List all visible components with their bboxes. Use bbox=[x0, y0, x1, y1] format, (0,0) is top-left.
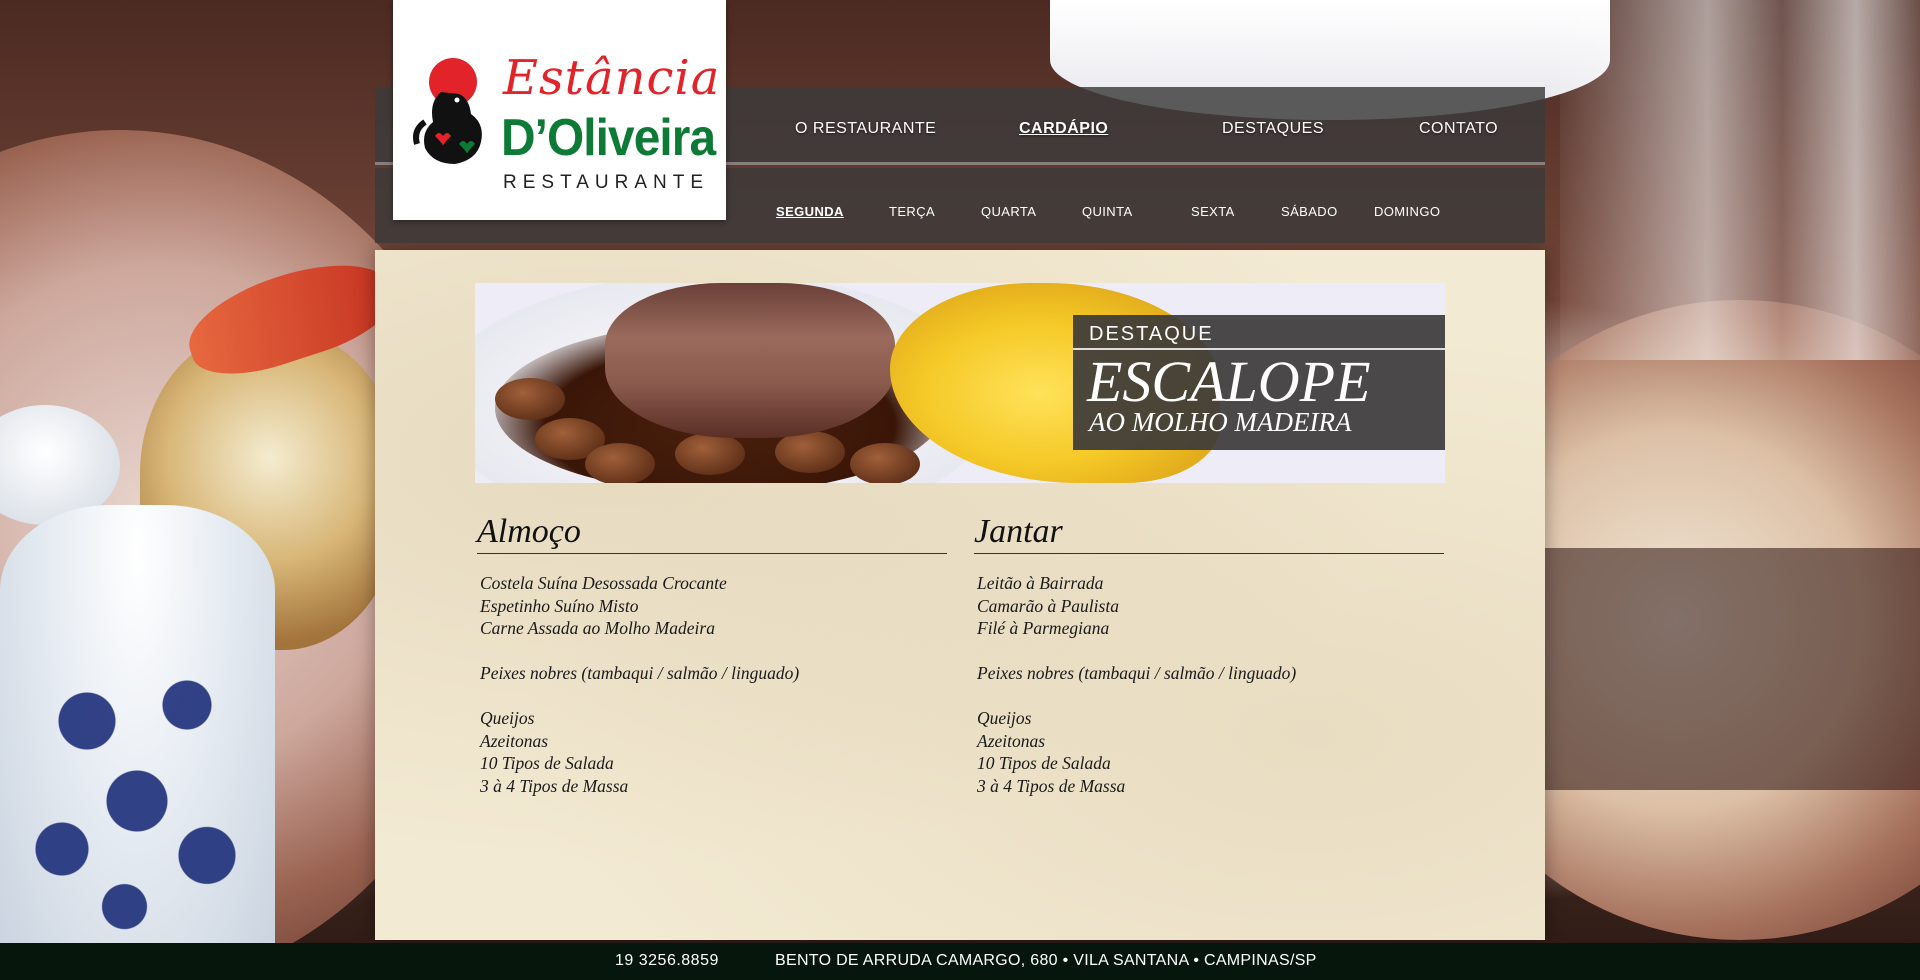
tab-sexta[interactable]: SEXTA bbox=[1191, 204, 1235, 219]
list-item: 3 à 4 Tipos de Massa bbox=[480, 775, 629, 796]
lunch-title: Almoço bbox=[477, 513, 947, 554]
list-item: Queijos bbox=[977, 708, 1032, 728]
banner-steak-image bbox=[605, 283, 895, 438]
list-item: Queijos bbox=[480, 708, 535, 728]
highlight-title: ESCALOPE bbox=[1087, 349, 1371, 414]
dinner-list: Leitão à Bairrada Camarão à Paulista Fil… bbox=[977, 572, 1444, 797]
list-item bbox=[977, 685, 1444, 708]
brand-name-line3: RESTAURANTE bbox=[503, 172, 710, 193]
list-item: Peixes nobres (tambaqui / salmão / lingu… bbox=[977, 663, 1297, 683]
logo[interactable]: Estância D’Oliveira RESTAURANTE bbox=[393, 0, 726, 220]
tab-sabado[interactable]: SÁBADO bbox=[1281, 204, 1338, 219]
list-item bbox=[480, 685, 947, 708]
nav-item-contato[interactable]: CONTATO bbox=[1419, 120, 1498, 138]
list-item: Azeitonas bbox=[977, 730, 1046, 751]
list-item: Filé à Parmegiana bbox=[977, 618, 1110, 638]
menu-content: DESTAQUE ESCALOPE AO MOLHO MADEIRA Almoç… bbox=[375, 250, 1545, 940]
glass-image bbox=[1560, 0, 1920, 360]
list-item bbox=[480, 640, 947, 663]
dinner-menu: Jantar Leitão à Bairrada Camarão à Pauli… bbox=[974, 513, 1444, 797]
footer-address: BENTO DE ARRUDA CAMARGO, 680 • VILA SANT… bbox=[775, 952, 1317, 969]
highlight-banner[interactable]: DESTAQUE ESCALOPE AO MOLHO MADEIRA bbox=[475, 283, 1445, 483]
list-item: Leitão à Bairrada bbox=[977, 573, 1104, 593]
mushroom-image bbox=[585, 443, 655, 483]
highlight-badge: DESTAQUE ESCALOPE AO MOLHO MADEIRA bbox=[1073, 315, 1445, 450]
rooster-logo-icon bbox=[413, 58, 482, 164]
mushroom-image bbox=[675, 433, 745, 475]
tab-segunda[interactable]: SEGUNDA bbox=[776, 204, 844, 219]
lunch-list: Costela Suína Desossada Crocante Espetin… bbox=[480, 572, 947, 797]
nav-item-destaques[interactable]: DESTAQUES bbox=[1222, 120, 1324, 138]
tab-domingo[interactable]: DOMINGO bbox=[1374, 204, 1440, 219]
highlight-subtitle: AO MOLHO MADEIRA bbox=[1089, 407, 1352, 437]
footer: 19 3256.8859 BENTO DE ARRUDA CAMARGO, 68… bbox=[0, 943, 1920, 980]
footer-phone[interactable]: 19 3256.8859 bbox=[615, 952, 719, 970]
tab-terca[interactable]: TERÇA bbox=[889, 204, 935, 219]
list-item: 3 à 4 Tipos de Massa bbox=[977, 775, 1126, 796]
list-item: Camarão à Paulista bbox=[977, 595, 1119, 616]
list-item: Costela Suína Desossada Crocante bbox=[480, 573, 727, 593]
list-item bbox=[977, 640, 1444, 663]
salt-shaker-image bbox=[0, 505, 275, 980]
highlight-label: DESTAQUE bbox=[1089, 323, 1214, 345]
list-item: Espetinho Suíno Misto bbox=[480, 595, 639, 616]
dinner-title: Jantar bbox=[974, 513, 1444, 554]
list-item: Peixes nobres (tambaqui / salmão / lingu… bbox=[480, 663, 800, 683]
list-item: Carne Assada ao Molho Madeira bbox=[480, 618, 715, 638]
mushroom-image bbox=[775, 431, 845, 473]
decorative-band bbox=[1545, 548, 1920, 790]
lunch-menu: Almoço Costela Suína Desossada Crocante … bbox=[477, 513, 947, 797]
tab-quarta[interactable]: QUARTA bbox=[981, 204, 1036, 219]
mushroom-image bbox=[850, 443, 920, 483]
brand-name-line1: Estância bbox=[503, 50, 721, 106]
list-item: 10 Tipos de Salada bbox=[977, 753, 1111, 773]
tab-quinta[interactable]: QUINTA bbox=[1082, 204, 1133, 219]
nav-item-o-restaurante[interactable]: O RESTAURANTE bbox=[795, 120, 936, 138]
nav-item-cardapio[interactable]: CARDÁPIO bbox=[1019, 120, 1108, 138]
mushroom-image bbox=[495, 378, 565, 420]
list-item: Azeitonas bbox=[480, 730, 549, 751]
list-item: 10 Tipos de Salada bbox=[480, 753, 614, 773]
brand-name-line2: D’Oliveira bbox=[501, 109, 716, 167]
